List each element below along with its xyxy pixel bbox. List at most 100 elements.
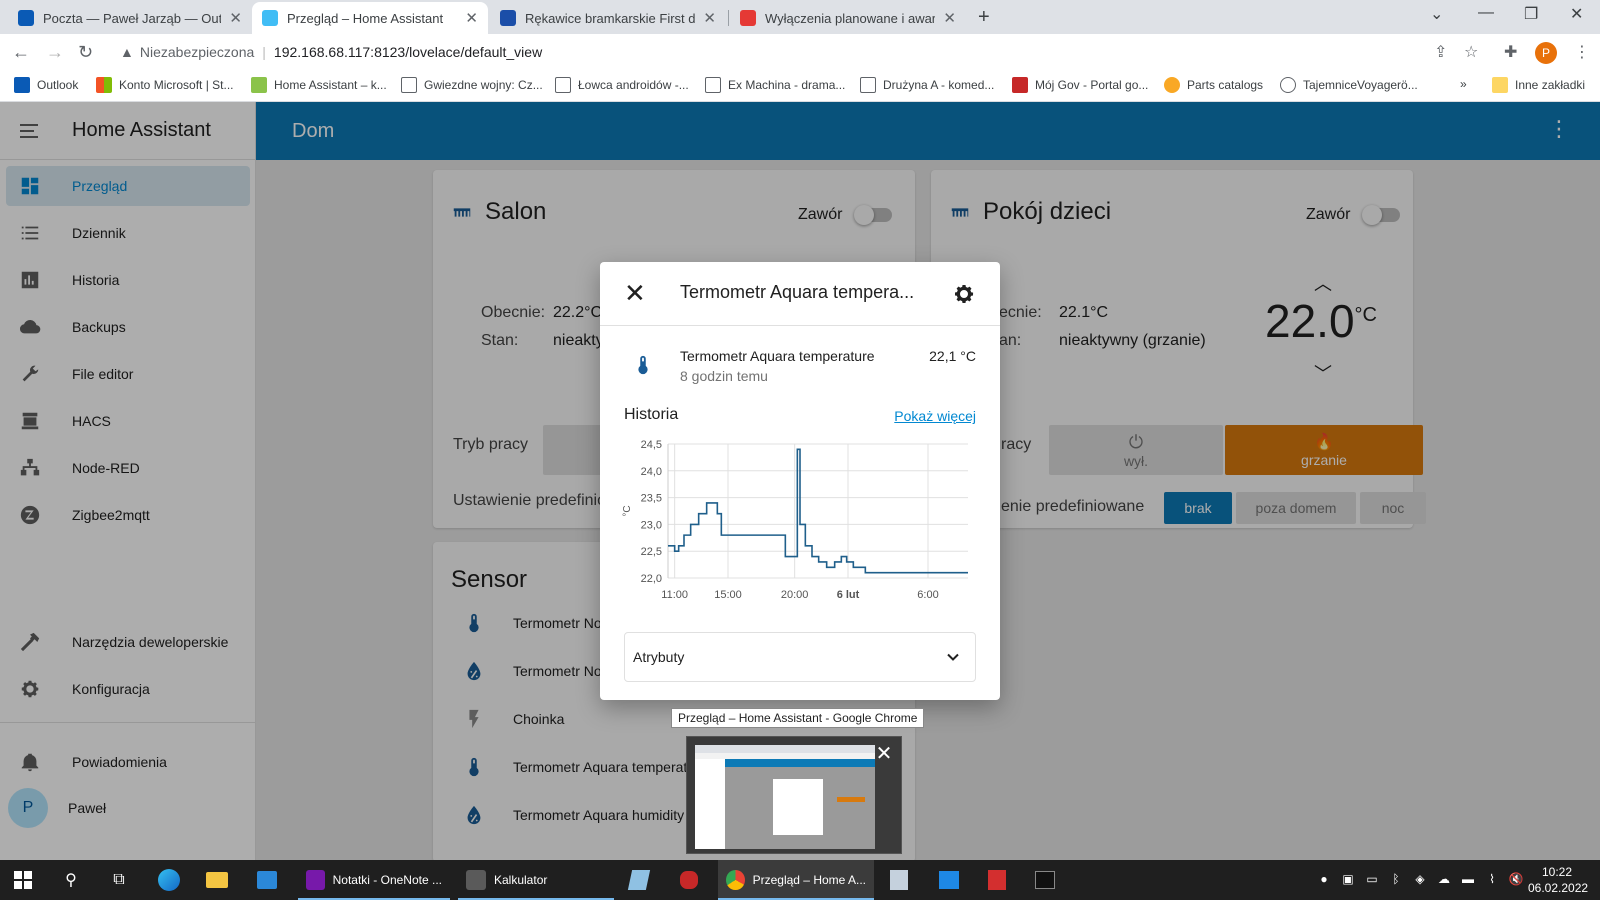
forward-icon[interactable]: →: [46, 42, 64, 63]
site-icon: [500, 10, 516, 26]
outlook-icon: [18, 10, 34, 26]
tab-search-icon[interactable]: ⌄: [1430, 4, 1443, 24]
windows-taskbar: ⚲ ⧉ Notatki - OneNote ... Kalkulator Prz…: [0, 860, 1600, 900]
close-icon[interactable]: ✕: [943, 9, 956, 27]
chevron-down-icon: [947, 653, 959, 661]
document-icon[interactable]: [888, 869, 910, 891]
entity-value: 22,1 °C: [929, 348, 976, 364]
show-more-link[interactable]: Pokaż więcej: [894, 408, 976, 424]
x-tick-label: 15:00: [714, 589, 742, 601]
wifi-icon[interactable]: ⌇: [1484, 872, 1500, 888]
history-heading: Historia: [624, 406, 679, 423]
entity-state-row: Termometr Aquara temperature 8 godzin te…: [624, 346, 976, 386]
url-text: 192.168.68.117:8123/lovelace/default_vie…: [273, 44, 543, 60]
taskbar-app-calculator[interactable]: Kalkulator: [458, 860, 614, 900]
x-tick-label: 11:00: [661, 589, 688, 601]
window-icon[interactable]: [938, 869, 960, 891]
terminal-icon[interactable]: [1034, 869, 1056, 891]
search-icon[interactable]: ⚲: [60, 869, 82, 891]
preview-close-icon[interactable]: ✕: [871, 741, 897, 767]
bookmark-star-wars[interactable]: Gwiezdne wojny: Cz...: [401, 77, 543, 93]
tray-app-icon[interactable]: ▣: [1340, 872, 1356, 888]
bookmark-voyager[interactable]: TajemniceVoyagerö...: [1280, 77, 1418, 93]
paint-icon[interactable]: [678, 869, 700, 891]
onedrive-icon[interactable]: ☁: [1436, 872, 1452, 888]
close-icon[interactable]: ✕: [703, 9, 716, 27]
bookmark-outlook[interactable]: Outlook: [14, 77, 78, 93]
edge-icon[interactable]: [158, 869, 180, 891]
y-tick-label: 24,0: [641, 466, 662, 478]
history-chart[interactable]: 22,0 22,5 23,0 23,5 24,0 24,5 11:00 15:00 20:00…: [620, 432, 980, 612]
bookmark-star-icon[interactable]: ☆: [1464, 42, 1478, 62]
y-axis-ticks: 22,0 22,5 23,0 23,5 24,0 24,5: [641, 439, 662, 585]
restore-icon[interactable]: ❐: [1524, 4, 1538, 24]
home-icon: [251, 77, 267, 93]
x-tick-label: 6:00: [917, 589, 938, 601]
entity-name: Termometr Aquara temperature: [680, 348, 875, 364]
bookmark-mojgov[interactable]: Mój Gov - Portal go...: [1012, 77, 1148, 93]
y-tick-label: 23,0: [641, 519, 662, 531]
new-tab-button[interactable]: +: [978, 6, 990, 29]
taskbar-app-onenote[interactable]: Notatki - OneNote ...: [298, 860, 450, 900]
extensions-icon[interactable]: ✚: [1504, 42, 1517, 62]
tab-outlook[interactable]: Poczta — Paweł Jarząb — Outlo ✕: [8, 2, 252, 34]
window-close-icon[interactable]: ✕: [1570, 4, 1583, 24]
minimize-icon[interactable]: —: [1478, 4, 1494, 22]
bookmark-microsoft[interactable]: Konto Microsoft | St...: [96, 77, 234, 93]
tab-separator: [728, 10, 729, 26]
warning-icon: ▲: [120, 44, 134, 60]
calculator-icon: [466, 870, 486, 890]
back-icon[interactable]: ←: [12, 42, 30, 63]
microsoft-icon: [96, 77, 112, 93]
attributes-expander[interactable]: Atrybuty: [624, 632, 976, 682]
x-tick-label: 6 lut: [837, 589, 860, 601]
bookmark-ex-machina[interactable]: Ex Machina - drama...: [705, 77, 845, 93]
y-axis-label: °C: [622, 505, 633, 516]
chrome-icon: [726, 870, 745, 890]
y-tick-label: 22,5: [641, 546, 662, 558]
bookmark-parts-catalogs[interactable]: Parts catalogs: [1164, 77, 1263, 93]
battery-icon[interactable]: ▬: [1460, 872, 1476, 888]
profile-avatar[interactable]: P: [1535, 42, 1557, 64]
store-icon[interactable]: [256, 869, 278, 891]
system-clock[interactable]: 10:22 06.02.2022: [1528, 864, 1588, 896]
close-icon[interactable]: ✕: [465, 9, 478, 27]
tab-gloves[interactable]: Rękawice bramkarskie First do pił ✕: [490, 2, 726, 34]
window-preview-image: [695, 745, 875, 849]
bookmark-a-team[interactable]: Drużyna A - komed...: [860, 77, 994, 93]
bookmark-other[interactable]: Inne zakładki: [1492, 77, 1585, 93]
browser-menu-icon[interactable]: ⋮: [1574, 42, 1590, 62]
taskbar-app-chrome[interactable]: Przegląd – Home A...: [718, 860, 874, 900]
close-icon[interactable]: ✕: [624, 280, 646, 306]
bluetooth-icon[interactable]: ᛒ: [1388, 872, 1404, 888]
tab-home-assistant[interactable]: Przegląd – Home Assistant ✕: [252, 2, 488, 34]
chrome-tray-icon[interactable]: ●: [1316, 872, 1332, 888]
tv-icon: [555, 77, 571, 93]
series-line: [668, 448, 968, 574]
globe-icon: [1280, 77, 1296, 93]
display-icon[interactable]: ▭: [1364, 872, 1380, 888]
x-axis-ticks: 11:00 15:00 20:00 6 lut 6:00: [661, 589, 938, 601]
close-icon[interactable]: ✕: [229, 9, 242, 27]
divider: |: [262, 44, 266, 60]
volume-icon[interactable]: 🔇: [1508, 872, 1524, 888]
notepad-icon[interactable]: [627, 869, 651, 891]
bookmark-home-assistant[interactable]: Home Assistant – k...: [251, 77, 387, 93]
bookmark-blade-runner[interactable]: Łowca androidów -...: [555, 77, 689, 93]
taskbar-window-preview[interactable]: ✕: [686, 736, 902, 854]
dialog-title: Termometr Aquara tempera...: [680, 282, 915, 302]
reload-icon[interactable]: ↻: [78, 42, 93, 63]
file-explorer-icon[interactable]: [206, 869, 228, 891]
settings-gear-icon[interactable]: [952, 282, 976, 306]
task-view-icon[interactable]: ⧉: [108, 869, 130, 891]
share-icon[interactable]: ⇪: [1434, 42, 1447, 62]
defender-icon[interactable]: ◈: [1412, 872, 1428, 888]
tab-outages[interactable]: Wyłączenia planowane i awarie | ✕: [730, 2, 966, 34]
pdf-icon[interactable]: [986, 869, 1008, 891]
bookmarks-overflow-icon[interactable]: »: [1460, 77, 1467, 91]
gov-icon: [1012, 77, 1028, 93]
address-bar[interactable]: ▲ Niezabezpieczona | 192.168.68.117:8123…: [112, 37, 1412, 67]
x-tick-label: 20:00: [781, 589, 809, 601]
y-tick-label: 24,5: [641, 439, 662, 451]
windows-start-icon[interactable]: [12, 869, 34, 891]
